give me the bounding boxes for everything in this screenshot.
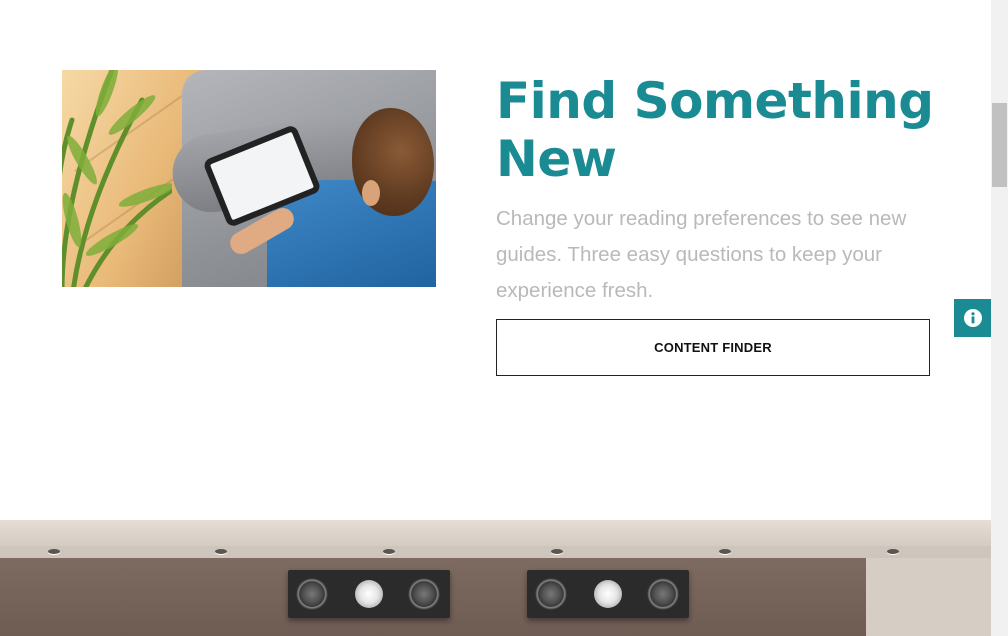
speakers-image	[0, 520, 991, 636]
plant-icon	[62, 70, 172, 287]
ceiling	[0, 520, 991, 546]
ceiling-light	[48, 549, 60, 554]
speaker-driver	[296, 578, 328, 610]
section-description: Change your reading preferences to see n…	[496, 207, 907, 302]
speaker-driver	[408, 578, 440, 610]
content-finder-button[interactable]: CONTENT FINDER	[496, 319, 930, 376]
speaker-driver	[535, 578, 567, 610]
ceiling-light	[719, 549, 731, 554]
info-tab[interactable]	[954, 299, 991, 337]
scrollbar-thumb[interactable]	[992, 103, 1007, 187]
speaker	[288, 570, 450, 618]
page: Find Something New Change your reading p…	[0, 0, 991, 636]
speaker	[527, 570, 689, 618]
ceiling-light	[887, 549, 899, 554]
ceiling-light	[215, 549, 227, 554]
info-icon	[963, 309, 982, 327]
wall-right	[866, 558, 991, 636]
ear-shape	[362, 180, 380, 206]
section-heading: Find Something New	[496, 72, 934, 188]
man-with-tablet-photo	[62, 70, 436, 287]
speaker-driver	[647, 578, 679, 610]
speaker-tweeter	[594, 580, 622, 608]
speaker-tweeter	[355, 580, 383, 608]
ceiling-light	[551, 549, 563, 554]
ceiling-light	[383, 549, 395, 554]
vertical-scrollbar[interactable]	[991, 0, 1008, 636]
